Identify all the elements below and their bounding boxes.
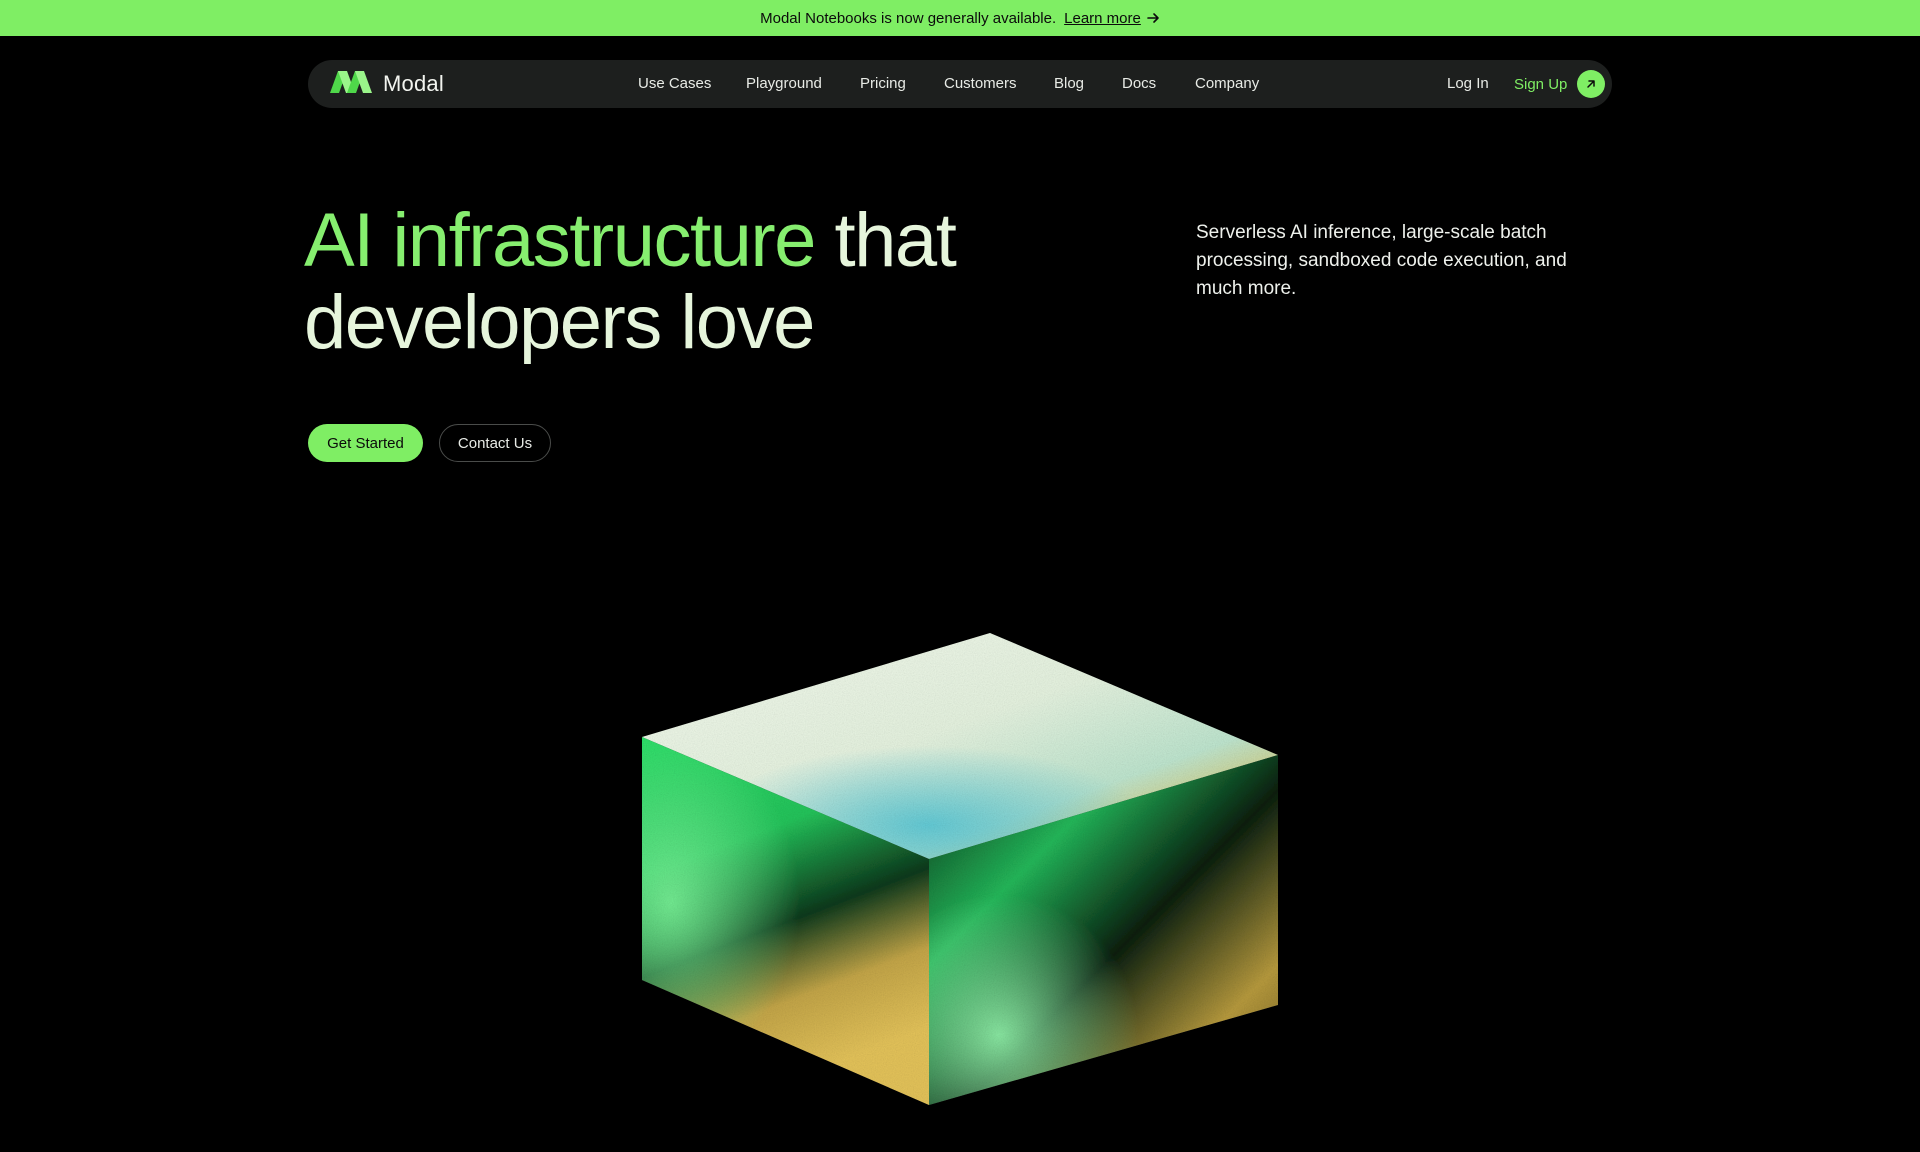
gradient-cube-illustration [642, 633, 1278, 1105]
hero-subtext: Serverless AI inference, large-scale bat… [1196, 222, 1567, 299]
nav-link-use-cases[interactable]: Use Cases [638, 60, 711, 108]
headline-rest-line-2: developers love [304, 280, 815, 365]
nav-link-customers[interactable]: Customers [944, 60, 1017, 108]
headline-accent: AI infrastructure [304, 198, 816, 283]
arrow-up-right-icon [1577, 70, 1606, 98]
hero-headline: AI infrastructure that developers love [304, 200, 1204, 364]
nav-links: Use Cases Playground Pricing Customers B… [308, 60, 1612, 108]
nav-link-pricing[interactable]: Pricing [860, 60, 906, 108]
arrow-right-icon[interactable] [1147, 12, 1160, 24]
signup-label: Sign Up [1514, 75, 1568, 93]
learn-more-link[interactable]: Learn more [1064, 10, 1141, 27]
nav-link-docs[interactable]: Docs [1122, 60, 1156, 108]
headline-rest-line-1: that [814, 198, 957, 283]
nav-link-playground[interactable]: Playground [746, 60, 822, 108]
nav-link-company[interactable]: Company [1195, 60, 1259, 108]
login-link[interactable]: Log In [1447, 60, 1489, 108]
announcement-banner: Modal Notebooks is now generally availab… [0, 0, 1920, 36]
get-started-button[interactable]: Get Started [308, 424, 423, 462]
nav-link-blog[interactable]: Blog [1054, 60, 1084, 108]
signup-button[interactable]: Sign Up [1514, 60, 1606, 108]
banner-message: Modal Notebooks is now generally availab… [760, 9, 1057, 27]
main-navigation: Modal Use Cases Playground Pricing Custo… [308, 60, 1612, 108]
contact-us-button[interactable]: Contact Us [439, 424, 551, 462]
